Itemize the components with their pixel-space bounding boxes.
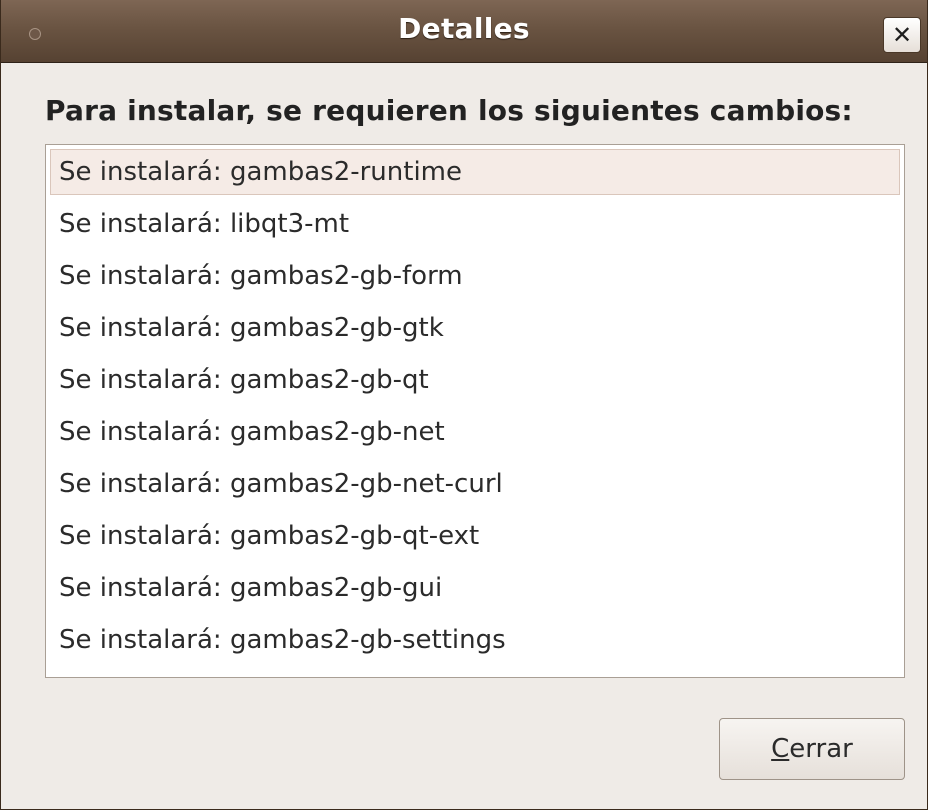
changes-list[interactable]: Se instalará: gambas2-runtime Se instala… [45, 144, 905, 678]
list-item[interactable]: Se instalará: gambas2-gb-qt [50, 357, 900, 403]
list-item[interactable]: Se instalará: gambas2-gb-gui [50, 565, 900, 611]
close-button-mnemonic: C [771, 734, 790, 764]
list-item[interactable]: Se instalará: gambas2-gb-settings [50, 617, 900, 663]
list-item[interactable]: Se instalará: gambas2-gb-form [50, 253, 900, 299]
list-item[interactable]: Se instalará: gambas2-gb-qt-ext [50, 513, 900, 559]
close-button[interactable]: Cerrar [719, 718, 905, 780]
close-button-label: errar [789, 734, 853, 764]
details-dialog: Detalles ✕ Para instalar, se requieren l… [0, 0, 928, 810]
list-item[interactable]: Se instalará: gambas2-gb-gtk [50, 305, 900, 351]
title-bar[interactable]: Detalles ✕ [1, 0, 927, 63]
list-item[interactable]: Se instalará: gambas2-runtime [50, 149, 900, 195]
window-title: Detalles [398, 12, 530, 45]
list-item[interactable]: Se instalará: gambas2-gb-net [50, 409, 900, 455]
list-item[interactable]: Se instalará: gambas2-gb-net-curl [50, 461, 900, 507]
close-icon[interactable]: ✕ [883, 17, 921, 53]
changes-heading: Para instalar, se requieren los siguient… [45, 94, 853, 127]
list-item[interactable]: Se instalará: libqt3-mt [50, 201, 900, 247]
